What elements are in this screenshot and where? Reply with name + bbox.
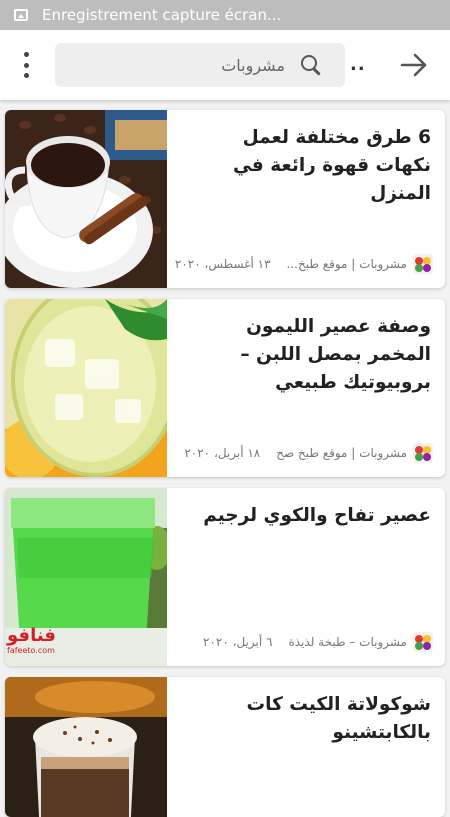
article-card[interactable]: فنافو fafeeto.com عصير تفاح والكوي لرجيم… [5, 488, 445, 666]
article-card[interactable]: 6 طرق مختلفة لعمل نكهات قهوة رائعة في ال… [5, 110, 445, 288]
article-date: ١٨ أبريل، ٢٠٢٠ [184, 446, 261, 460]
article-title[interactable]: شوكولاتة الكيت كات بالكابتشينو [181, 691, 431, 747]
status-bar: Enregistrement capture écran... [0, 0, 450, 30]
category-icon [413, 254, 433, 274]
status-notification-text: Enregistrement capture écran... [42, 6, 282, 24]
article-category: مشروبات – طبخة لذيذة [288, 635, 407, 649]
site-watermark-logo: فنافو fafeeto.com [7, 625, 56, 656]
cappuccino-image [5, 677, 167, 817]
article-card[interactable]: شوكولاتة الكيت كات بالكابتشينو [5, 677, 445, 817]
lemon-juice-image [5, 299, 167, 477]
search-icon[interactable] [299, 53, 323, 77]
article-category: مشروبات | موقع طبخ صح [276, 446, 407, 460]
category-icon [413, 632, 433, 652]
overflow-menu-icon[interactable] [14, 52, 38, 78]
app-bar: .. [0, 30, 450, 100]
article-title[interactable]: وصفة عصير الليمون المخمر بمصل اللبن – بر… [181, 313, 431, 397]
category-icon [413, 443, 433, 463]
coffee-cup-image [5, 110, 167, 288]
article-title[interactable]: 6 طرق مختلفة لعمل نكهات قهوة رائعة في ال… [181, 124, 431, 208]
image-notification-icon [14, 9, 28, 21]
search-box[interactable] [55, 43, 345, 87]
article-category: مشروبات | موقع طبخ... [286, 257, 407, 271]
article-title[interactable]: عصير تفاح والكوي لرجيم [181, 502, 431, 530]
article-date: ٦ أبريل، ٢٠٢٠ [203, 635, 273, 649]
article-card[interactable]: وصفة عصير الليمون المخمر بمصل اللبن – بر… [5, 299, 445, 477]
article-meta: مشروبات | موقع طبخ... ١٣ أغسطس، ٢٠٢٠ [175, 254, 433, 274]
article-meta: مشروبات | موقع طبخ صح ١٨ أبريل، ٢٠٢٠ [175, 443, 433, 463]
article-date: ١٣ أغسطس، ٢٠٢٠ [174, 257, 271, 271]
article-meta: مشروبات – طبخة لذيذة ٦ أبريل، ٢٠٢٠ [175, 632, 433, 652]
back-arrow-icon[interactable] [400, 52, 428, 78]
search-input[interactable] [83, 54, 287, 76]
overflow-label: .. [350, 54, 366, 75]
